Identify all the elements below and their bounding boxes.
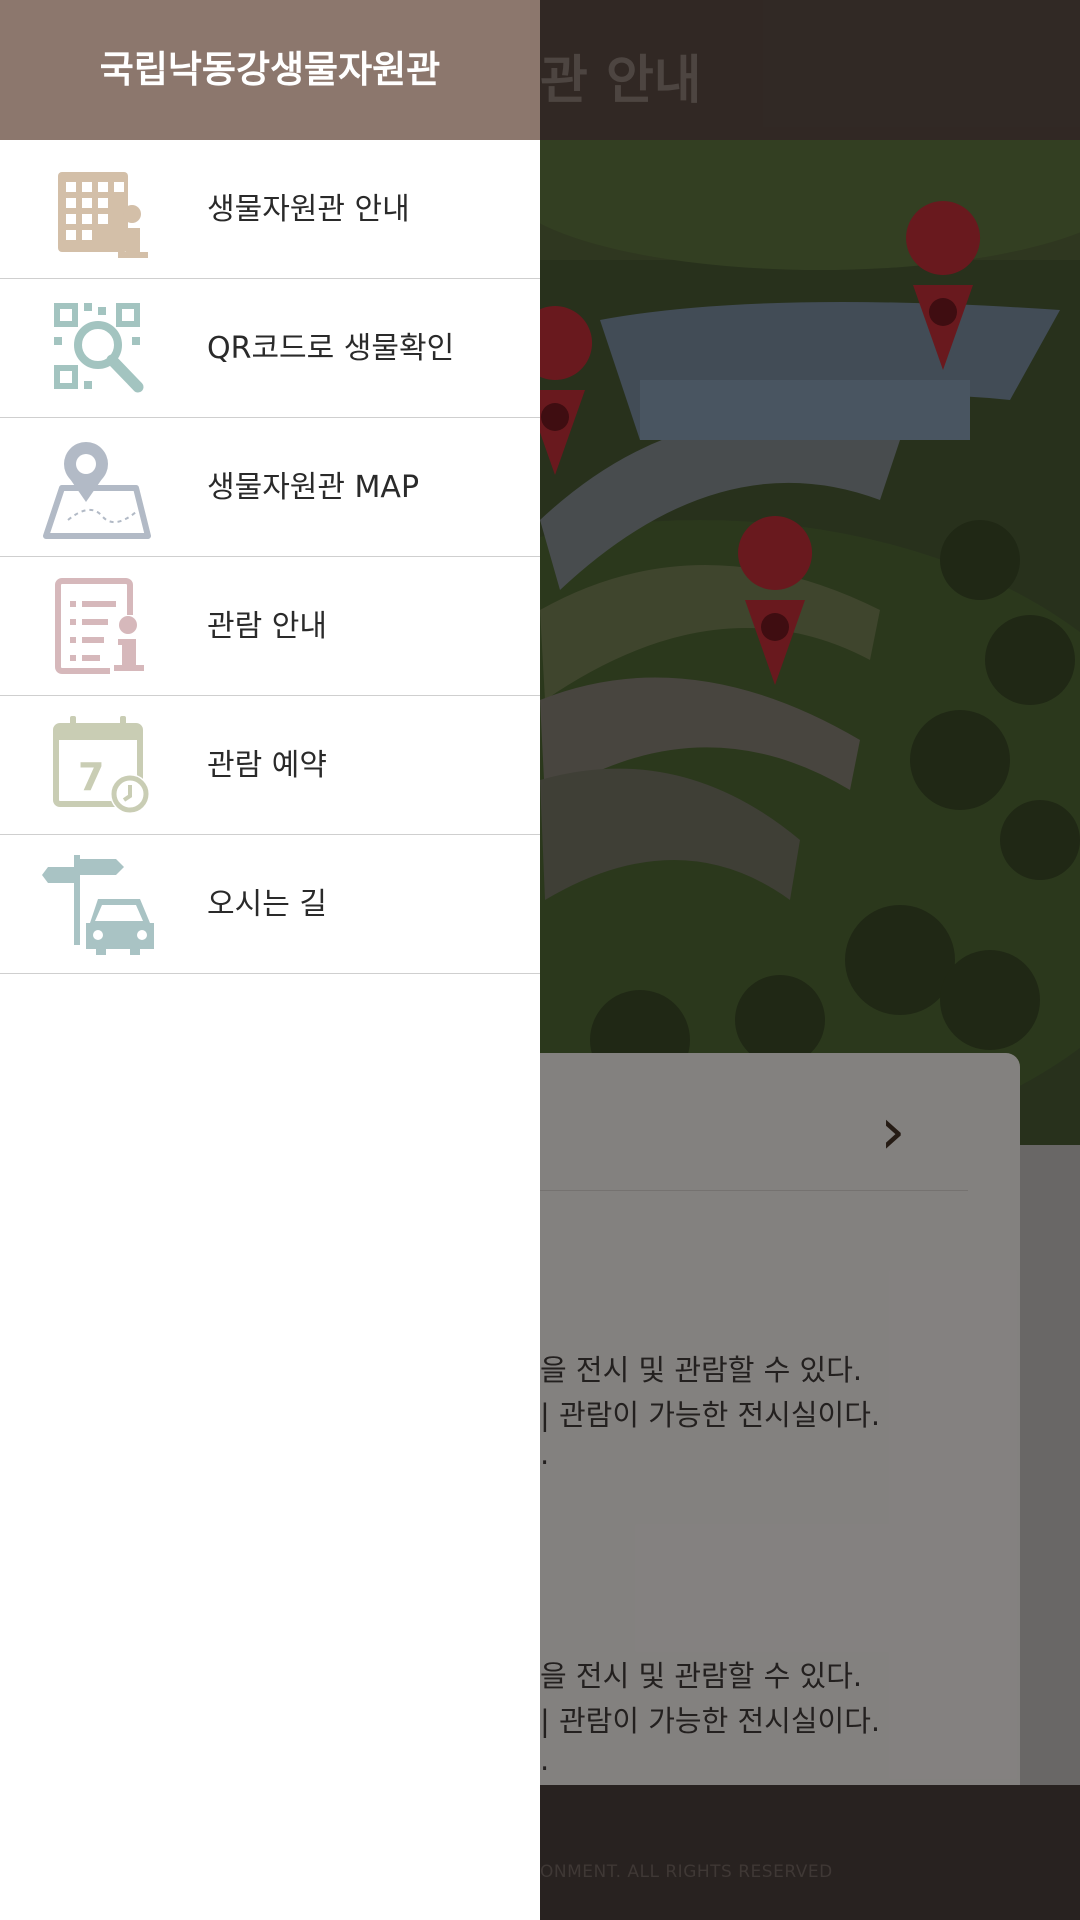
navigation-drawer: 국립낙동강생물자원관 생물자원관 안내 QR코드로 생물확인 생물자원관 MAP… [0,0,540,1920]
menu-item-museum-info[interactable]: 생물자원관 안내 [0,140,540,279]
menu-item-label: 생물자원관 MAP [207,470,420,505]
menu-item-label: 관람 안내 [207,609,327,644]
drawer-header: 국립낙동강생물자원관 [0,0,540,140]
drawer-title: 국립낙동강생물자원관 [99,48,441,91]
menu-item-museum-map[interactable]: 생물자원관 MAP [0,418,540,557]
menu-item-label: 관람 예약 [207,748,327,783]
calendar-icon: 7 [40,710,160,820]
menu-item-label: 생물자원관 안내 [207,192,410,227]
menu-item-reservation[interactable]: 7 관람 예약 [0,696,540,835]
svg-text:7: 7 [78,755,104,799]
menu-item-qr-scan[interactable]: QR코드로 생물확인 [0,279,540,418]
document-info-icon [40,571,160,681]
qr-search-icon [40,293,160,403]
signpost-car-icon [40,849,160,959]
map-pin-icon [40,432,160,542]
menu-item-label: QR코드로 생물확인 [207,331,455,366]
building-info-icon [40,154,160,264]
menu-item-label: 오시는 길 [207,887,327,922]
drawer-scrim[interactable] [540,0,1080,1920]
menu-item-viewing-guide[interactable]: 관람 안내 [0,557,540,696]
drawer-menu: 생물자원관 안내 QR코드로 생물확인 생물자원관 MAP 관람 안내 7 관람… [0,140,540,974]
menu-item-directions[interactable]: 오시는 길 [0,835,540,974]
